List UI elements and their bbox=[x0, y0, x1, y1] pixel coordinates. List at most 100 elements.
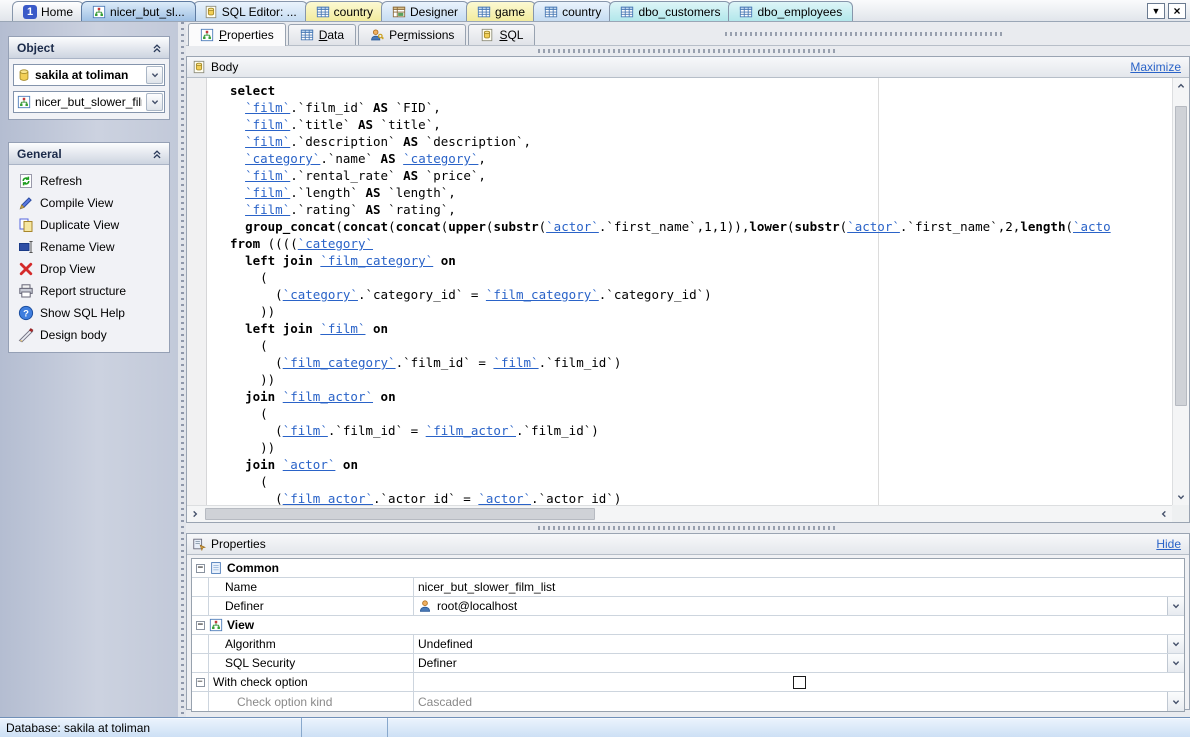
splitter-handle[interactable] bbox=[186, 46, 1190, 56]
sidebar-item-rename-view[interactable]: Rename View bbox=[13, 236, 165, 258]
general-panel-header[interactable]: General bbox=[9, 143, 169, 165]
tab-game[interactable]: game bbox=[466, 1, 536, 21]
collapse-chevrons-icon[interactable] bbox=[150, 147, 164, 161]
splitter-handle[interactable] bbox=[186, 523, 1190, 533]
dropdown-button[interactable] bbox=[1167, 654, 1184, 672]
vertical-scrollbar[interactable] bbox=[1172, 78, 1189, 505]
sidebar-item-design-body[interactable]: Design body bbox=[13, 324, 165, 346]
combo-dropdown-button[interactable] bbox=[146, 66, 163, 84]
sidebar-item-duplicate-view[interactable]: Duplicate View bbox=[13, 214, 165, 236]
table-link[interactable]: `film_category` bbox=[283, 355, 396, 370]
view-combo[interactable]: nicer_but_slower_film bbox=[13, 91, 165, 113]
property-value[interactable]: nicer_but_slower_film_list bbox=[414, 578, 1184, 596]
tab-designer[interactable]: Designer bbox=[381, 1, 469, 21]
scrollbar-thumb[interactable] bbox=[205, 508, 595, 520]
table-link[interactable]: `category` bbox=[298, 236, 373, 251]
group-row-common[interactable]: − Common bbox=[192, 559, 1184, 578]
tab-list-dropdown-button[interactable]: ▼ bbox=[1147, 3, 1165, 19]
home-number-icon: 1 bbox=[23, 5, 37, 19]
table-link[interactable]: `film_category` bbox=[320, 253, 433, 268]
scrollbar-thumb[interactable] bbox=[1175, 106, 1187, 406]
close-tab-button[interactable]: × bbox=[1168, 3, 1186, 19]
dropdown-button[interactable] bbox=[1167, 692, 1184, 711]
drag-handle[interactable] bbox=[725, 32, 1005, 36]
sidebar-splitter[interactable] bbox=[178, 22, 186, 717]
sql-token: select bbox=[230, 83, 283, 98]
collapse-box-icon[interactable]: − bbox=[196, 678, 205, 687]
tab-country-2[interactable]: country bbox=[533, 1, 612, 21]
tab-dbo-customers[interactable]: dbo_customers bbox=[609, 1, 731, 21]
scroll-down-button[interactable] bbox=[1173, 489, 1189, 505]
tab-data[interactable]: Data bbox=[288, 24, 356, 45]
table-link[interactable]: `film` bbox=[245, 117, 290, 132]
sql-token: on bbox=[441, 253, 456, 268]
collapse-box-icon[interactable]: − bbox=[196, 564, 205, 573]
sidebar-item-drop-view[interactable]: Drop View bbox=[13, 258, 165, 280]
sidebar-item-compile-view[interactable]: Compile View bbox=[13, 192, 165, 214]
table-link[interactable]: `film_actor` bbox=[426, 423, 516, 438]
table-link[interactable]: `actor` bbox=[283, 457, 336, 472]
property-value[interactable]: Definer bbox=[414, 654, 1184, 672]
property-value[interactable]: root@localhost bbox=[414, 597, 1184, 615]
with-check-option-checkbox[interactable] bbox=[793, 676, 806, 689]
tab-home[interactable]: 1 Home bbox=[12, 1, 84, 21]
property-row-algorithm[interactable]: Algorithm Undefined bbox=[192, 635, 1184, 654]
tab-country-1[interactable]: country bbox=[305, 1, 384, 21]
object-panel-header[interactable]: Object bbox=[9, 37, 169, 59]
hide-link[interactable]: Hide bbox=[1156, 537, 1181, 551]
table-link[interactable]: `actor` bbox=[546, 219, 599, 234]
table-link[interactable]: `film` bbox=[245, 100, 290, 115]
property-row-definer[interactable]: Definer root@localhost bbox=[192, 597, 1184, 616]
sql-token: .`category_id` = bbox=[358, 287, 486, 302]
sql-code[interactable]: select `film`.`film_id` AS `FID`, `film`… bbox=[208, 78, 1172, 505]
table-link[interactable]: `film` bbox=[245, 185, 290, 200]
database-combo[interactable]: sakila at toliman bbox=[13, 64, 165, 86]
table-link[interactable]: `film` bbox=[245, 202, 290, 217]
maximize-link[interactable]: Maximize bbox=[1130, 60, 1181, 74]
collapse-chevrons-icon[interactable] bbox=[150, 41, 164, 55]
table-icon bbox=[620, 5, 634, 19]
group-row-view[interactable]: − View bbox=[192, 616, 1184, 635]
tab-sql[interactable]: SQL bbox=[468, 24, 535, 45]
scroll-left-button[interactable] bbox=[187, 506, 203, 522]
table-link[interactable]: `film_category` bbox=[486, 287, 599, 302]
tab-dbo-employees[interactable]: dbo_employees bbox=[728, 1, 853, 21]
property-row-with-check-option[interactable]: − With check option bbox=[192, 673, 1184, 692]
sidebar-item-show-sql-help[interactable]: Show SQL Help bbox=[13, 302, 165, 324]
property-row-name[interactable]: Name nicer_but_slower_film_list bbox=[192, 578, 1184, 597]
table-link[interactable]: `film` bbox=[245, 134, 290, 149]
property-value[interactable]: Cascaded bbox=[414, 692, 1184, 711]
tab-permissions[interactable]: Permissions bbox=[358, 24, 466, 45]
property-value[interactable]: Undefined bbox=[414, 635, 1184, 653]
table-link[interactable]: `film` bbox=[245, 168, 290, 183]
scroll-right-button[interactable] bbox=[1156, 506, 1172, 522]
collapse-box-icon[interactable]: − bbox=[196, 621, 205, 630]
table-link[interactable]: `actor` bbox=[478, 491, 531, 505]
sidebar-item-refresh[interactable]: Refresh bbox=[13, 170, 165, 192]
table-link[interactable]: `acto bbox=[1073, 219, 1111, 234]
table-link[interactable]: `category` bbox=[245, 151, 320, 166]
scroll-up-button[interactable] bbox=[1173, 78, 1189, 94]
combo-dropdown-button[interactable] bbox=[146, 93, 163, 111]
property-row-check-option-kind[interactable]: Check option kind Cascaded bbox=[192, 692, 1184, 711]
dropdown-button[interactable] bbox=[1167, 635, 1184, 653]
table-link[interactable]: `film` bbox=[493, 355, 538, 370]
table-link[interactable]: `film_actor` bbox=[283, 389, 373, 404]
tab-properties[interactable]: Properties bbox=[188, 23, 286, 46]
table-link[interactable]: `category` bbox=[403, 151, 478, 166]
table-link[interactable]: `actor` bbox=[847, 219, 900, 234]
table-link[interactable]: `film` bbox=[283, 423, 328, 438]
tab-nicer-but-slower-film[interactable]: nicer_but_sl... bbox=[81, 1, 196, 21]
sql-editor[interactable]: select `film`.`film_id` AS `FID`, `film`… bbox=[187, 78, 1189, 522]
chevron-down-icon bbox=[1170, 696, 1182, 708]
table-link[interactable]: `film` bbox=[320, 321, 365, 336]
table-link[interactable]: `film_actor` bbox=[283, 491, 373, 505]
sql-token: ( bbox=[335, 219, 343, 234]
tab-sql-editor[interactable]: SQL Editor: ... bbox=[193, 1, 308, 21]
sidebar-item-report-structure[interactable]: Report structure bbox=[13, 280, 165, 302]
sql-token: `FID`, bbox=[388, 100, 441, 115]
dropdown-button[interactable] bbox=[1167, 597, 1184, 615]
table-link[interactable]: `category` bbox=[283, 287, 358, 302]
horizontal-scrollbar[interactable] bbox=[187, 505, 1172, 522]
property-row-sql-security[interactable]: SQL Security Definer bbox=[192, 654, 1184, 673]
